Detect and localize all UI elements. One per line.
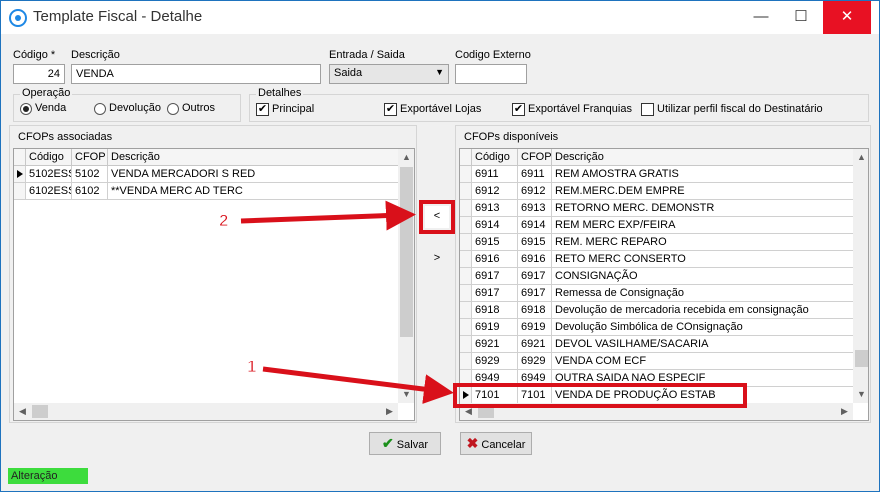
cancel-button[interactable]: ✖ Cancelar (460, 432, 532, 455)
callout-two: 2 (218, 211, 229, 231)
status-badge: Alteração (8, 468, 88, 484)
arrow-1 (262, 366, 454, 405)
save-button[interactable]: ✔ Salvar (369, 432, 441, 455)
arrow-2 (240, 200, 416, 231)
close-icon: ✖ (466, 435, 479, 451)
window: Template Fiscal - Detalhe — ☐ ✕ Código *… (0, 0, 880, 492)
annotation-arrows (240, 200, 454, 405)
check-icon: ✔ (382, 435, 394, 451)
callout-one: 1 (246, 357, 257, 377)
cancel-label: Cancelar (481, 439, 526, 451)
save-label: Salvar (396, 439, 428, 451)
